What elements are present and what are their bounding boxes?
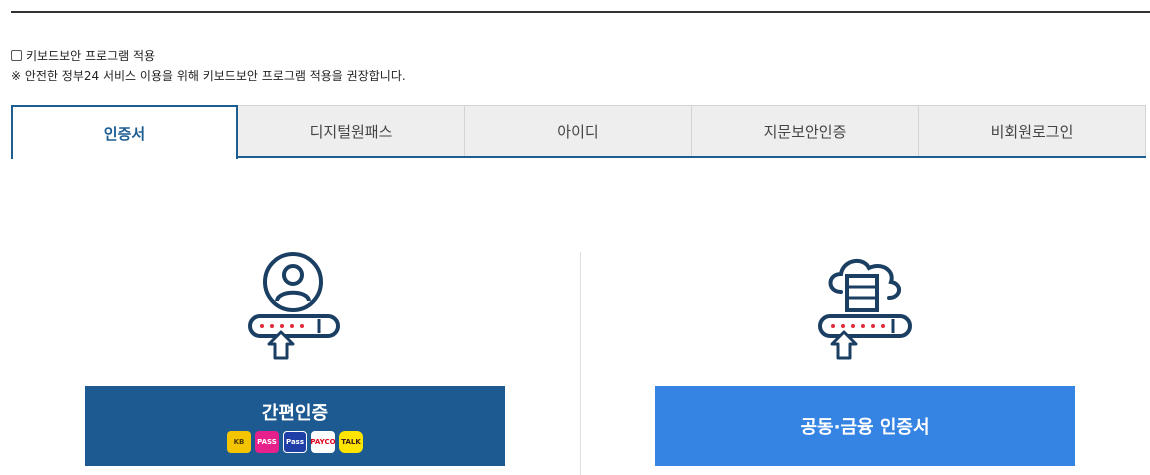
keyboard-security-checkbox[interactable]: [11, 50, 22, 61]
samsung-pass-icon: Pass: [283, 431, 307, 453]
user-password-icon: [248, 252, 340, 360]
keyboard-security-option[interactable]: 키보드보안 프로그램 적용: [11, 47, 155, 64]
login-tabs: 인증서 디지털원패스 아이디 지문보안인증 비회원로그인: [11, 105, 1146, 159]
simple-auth-label: 간편인증: [261, 403, 329, 424]
pass-icon: PASS: [255, 431, 279, 453]
joint-certificate-button[interactable]: 공동·금융 인증서: [655, 386, 1075, 466]
tab-digital-onepass[interactable]: 디지털원패스: [238, 105, 465, 156]
tab-certificate[interactable]: 인증서: [11, 105, 238, 159]
top-rule: [11, 11, 1150, 13]
keyboard-security-notice: ※ 안전한 정부24 서비스 이용을 위해 키보드보안 프로그램 적용을 권장합…: [11, 69, 406, 83]
column-divider: [580, 252, 581, 475]
kakao-talk-icon: TALK: [339, 431, 363, 453]
kb-icon: KB: [227, 431, 251, 453]
simple-auth-providers: KB PASS Pass PAYCO TALK: [227, 431, 363, 453]
payco-icon: PAYCO: [310, 431, 336, 453]
keyboard-security-label: 키보드보안 프로그램 적용: [26, 49, 156, 63]
joint-certificate-label: 공동·금융 인증서: [800, 417, 930, 438]
tab-id[interactable]: 아이디: [465, 105, 692, 156]
simple-auth-button[interactable]: 간편인증 KB PASS Pass PAYCO TALK: [85, 386, 505, 466]
tab-guest-login[interactable]: 비회원로그인: [919, 105, 1146, 156]
cloud-server-password-icon: [818, 258, 912, 360]
tab-fingerprint[interactable]: 지문보안인증: [692, 105, 919, 156]
